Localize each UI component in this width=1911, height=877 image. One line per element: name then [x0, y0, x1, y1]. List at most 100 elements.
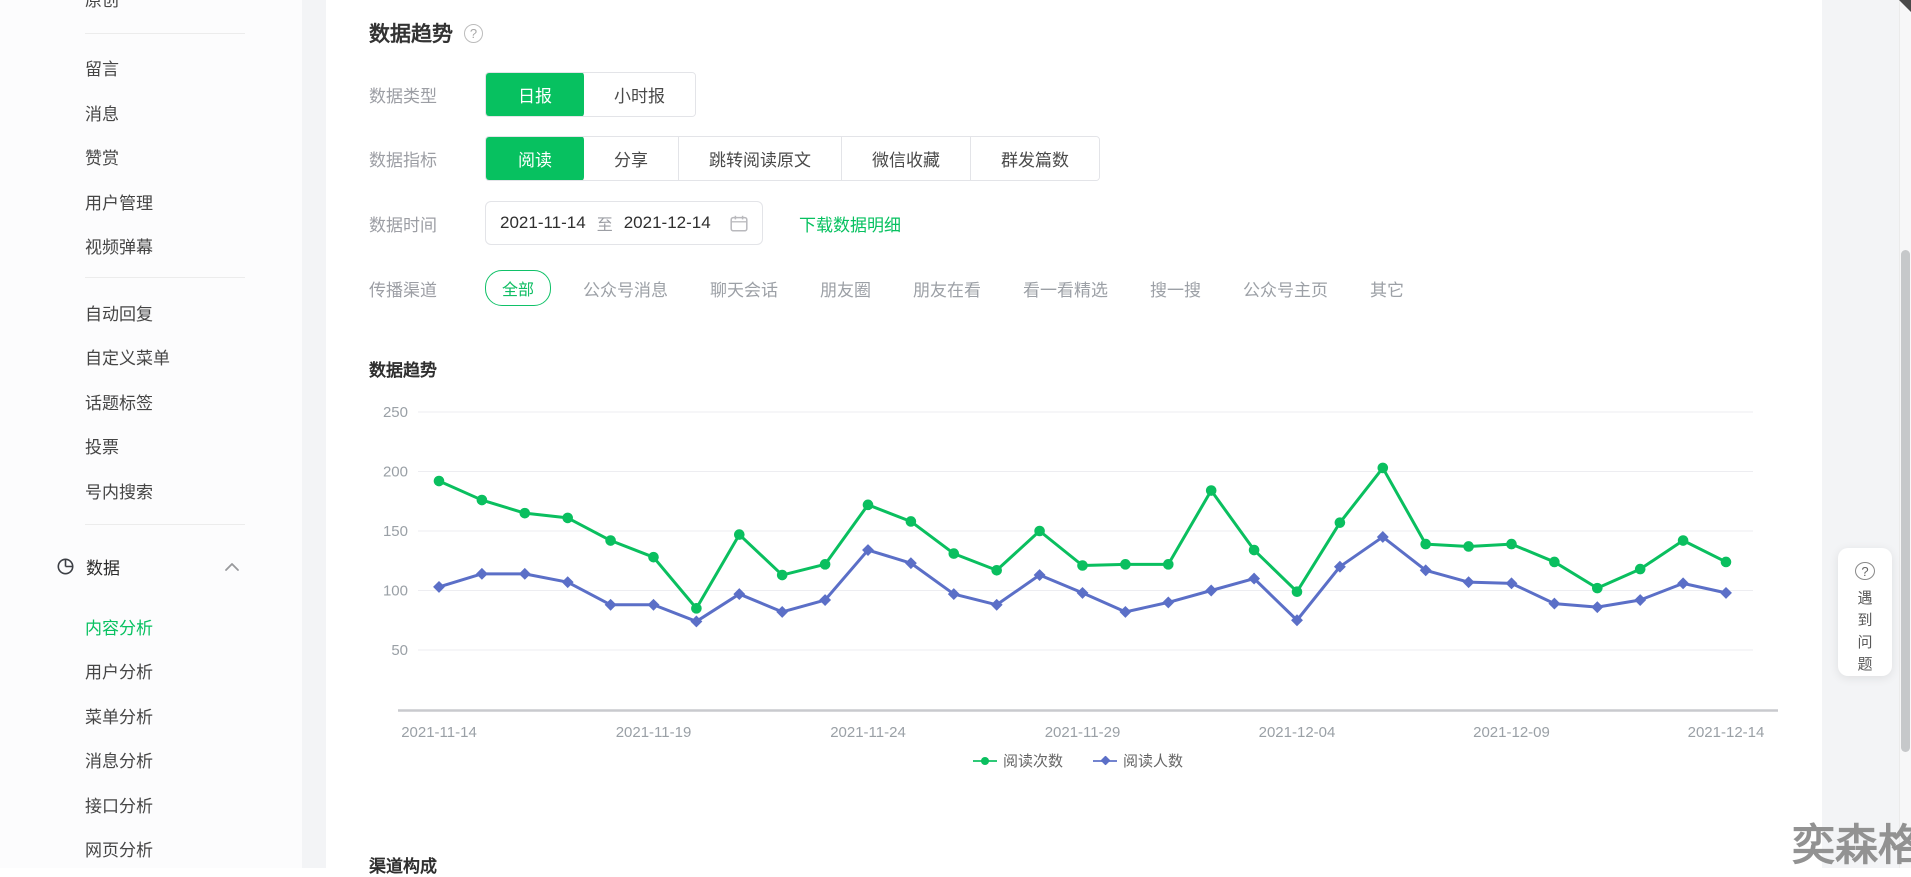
- scrollbar-thumb[interactable]: [1901, 250, 1910, 752]
- channel-option[interactable]: 全部: [485, 270, 551, 306]
- data-point[interactable]: [1034, 526, 1045, 537]
- data-point[interactable]: [1378, 463, 1389, 474]
- data-point[interactable]: [820, 559, 831, 570]
- channel-option[interactable]: 朋友在看: [913, 276, 981, 301]
- sidebar-item[interactable]: 视频弹幕: [0, 224, 302, 269]
- sidebar-item[interactable]: 留言: [0, 46, 302, 91]
- download-data-link[interactable]: 下载数据明细: [799, 211, 901, 236]
- data-point[interactable]: [1077, 587, 1089, 599]
- y-axis-label: 100: [383, 583, 408, 600]
- sidebar-item[interactable]: 投票: [0, 424, 302, 469]
- data-point[interactable]: [1635, 564, 1646, 575]
- sidebar-item[interactable]: 自动回复: [0, 290, 302, 335]
- data-point[interactable]: [605, 535, 616, 546]
- data-point[interactable]: [1634, 594, 1646, 606]
- help-icon[interactable]: ?: [464, 24, 483, 43]
- sidebar-item[interactable]: 话题标签: [0, 379, 302, 424]
- channel-option[interactable]: 公众号消息: [583, 276, 668, 301]
- data-point[interactable]: [1677, 577, 1689, 589]
- sidebar-item-analysis[interactable]: 菜单分析: [0, 693, 302, 738]
- channel-filter: 全部 公众号消息 聊天会话 朋友圈 朋友在看 看一看精选 搜一搜 公众号主页 其它: [485, 270, 1404, 306]
- feedback-button[interactable]: ? 遇到问题: [1838, 548, 1892, 676]
- data-point[interactable]: [776, 606, 788, 618]
- data-point[interactable]: [1549, 557, 1560, 568]
- data-point[interactable]: [1720, 587, 1732, 599]
- sidebar-item-original[interactable]: 原创: [0, 0, 302, 21]
- sidebar-item[interactable]: 赞赏: [0, 135, 302, 180]
- data-type-tab[interactable]: 小时报: [583, 73, 695, 116]
- date-range-picker[interactable]: 2021-11-14 至 2021-12-14: [485, 201, 763, 245]
- data-metric-tab[interactable]: 跳转阅读原文: [678, 137, 841, 180]
- data-point[interactable]: [648, 599, 660, 611]
- sidebar-divider: [85, 33, 245, 34]
- sidebar-item-analysis[interactable]: 用户分析: [0, 649, 302, 694]
- data-point[interactable]: [1163, 559, 1174, 570]
- sidebar-item[interactable]: 消息: [0, 90, 302, 135]
- data-point[interactable]: [605, 599, 617, 611]
- data-point[interactable]: [1463, 576, 1475, 588]
- trend-chart: 501001502002502021-11-142021-11-192021-1…: [368, 395, 1788, 747]
- x-axis-label: 2021-12-14: [1688, 724, 1765, 741]
- chevron-up-icon[interactable]: [224, 562, 240, 572]
- data-point[interactable]: [1678, 535, 1689, 546]
- data-point[interactable]: [1249, 545, 1260, 556]
- data-point[interactable]: [648, 552, 659, 563]
- data-point[interactable]: [562, 576, 574, 588]
- legend-item[interactable]: 阅读次数: [973, 750, 1063, 771]
- data-point[interactable]: [476, 568, 488, 580]
- data-point[interactable]: [1162, 596, 1174, 608]
- data-point[interactable]: [477, 495, 488, 506]
- data-point[interactable]: [1463, 541, 1474, 552]
- data-point[interactable]: [1205, 585, 1217, 597]
- channel-option[interactable]: 搜一搜: [1150, 276, 1201, 301]
- data-point[interactable]: [906, 516, 917, 527]
- data-point[interactable]: [1292, 586, 1303, 597]
- sidebar-item-analysis[interactable]: 内容分析: [0, 604, 302, 649]
- sidebar-item-label: 数据: [86, 554, 120, 579]
- data-point[interactable]: [1506, 577, 1518, 589]
- sidebar-item[interactable]: 号内搜索: [0, 468, 302, 513]
- sidebar-item-analysis[interactable]: 消息分析: [0, 738, 302, 783]
- data-point[interactable]: [1548, 598, 1560, 610]
- data-point[interactable]: [1077, 560, 1088, 571]
- sidebar-item-data[interactable]: 数据: [0, 545, 302, 590]
- channel-option[interactable]: 其它: [1370, 276, 1404, 301]
- data-point[interactable]: [777, 570, 788, 581]
- data-point[interactable]: [1591, 601, 1603, 613]
- feedback-label: 遇到问题: [1857, 588, 1873, 676]
- data-point[interactable]: [520, 508, 531, 519]
- channel-option[interactable]: 公众号主页: [1243, 276, 1328, 301]
- channel-option[interactable]: 聊天会话: [710, 276, 778, 301]
- data-metric-tab[interactable]: 微信收藏: [841, 137, 970, 180]
- sidebar-item-analysis[interactable]: 网页分析: [0, 827, 302, 872]
- vertical-scrollbar[interactable]: [1899, 0, 1911, 868]
- page-title: 数据趋势: [369, 18, 453, 48]
- data-point[interactable]: [1420, 539, 1431, 550]
- channel-option[interactable]: 朋友圈: [820, 276, 871, 301]
- data-metric-tab[interactable]: 阅读: [485, 136, 584, 181]
- data-point[interactable]: [863, 500, 874, 511]
- data-point[interactable]: [1506, 539, 1517, 550]
- data-point[interactable]: [433, 581, 445, 593]
- data-metric-tab[interactable]: 群发篇数: [970, 137, 1099, 180]
- sidebar-item[interactable]: 自定义菜单: [0, 335, 302, 380]
- data-point[interactable]: [734, 529, 745, 540]
- data-point[interactable]: [562, 513, 573, 524]
- data-point[interactable]: [519, 568, 531, 580]
- sidebar-item[interactable]: 用户管理: [0, 179, 302, 224]
- data-point[interactable]: [991, 565, 1002, 576]
- legend-item[interactable]: 阅读人数: [1093, 750, 1183, 771]
- data-point[interactable]: [949, 548, 960, 559]
- data-point[interactable]: [1335, 517, 1346, 528]
- channel-option[interactable]: 看一看精选: [1023, 276, 1108, 301]
- data-point[interactable]: [434, 476, 445, 487]
- data-point[interactable]: [1206, 485, 1217, 496]
- data-point[interactable]: [691, 603, 702, 614]
- data-point[interactable]: [1592, 583, 1603, 594]
- data-metric-tab[interactable]: 分享: [583, 137, 678, 180]
- data-point[interactable]: [1119, 606, 1131, 618]
- data-point[interactable]: [1120, 559, 1131, 570]
- data-type-tab[interactable]: 日报: [485, 72, 584, 117]
- sidebar-item-analysis[interactable]: 接口分析: [0, 782, 302, 827]
- data-point[interactable]: [1721, 557, 1732, 568]
